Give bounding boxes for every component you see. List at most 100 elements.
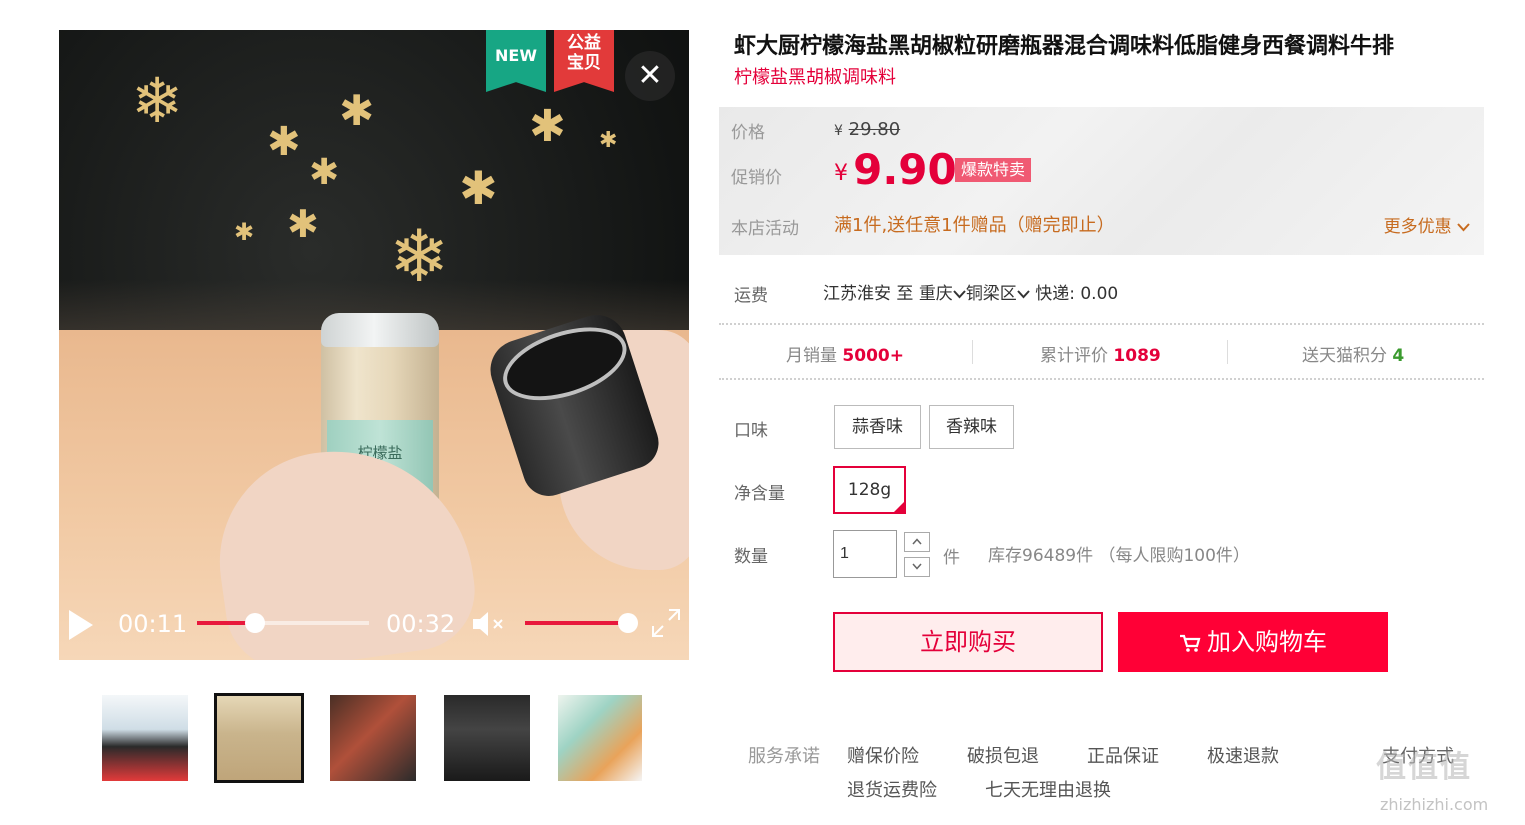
shipping-method: 快递: 0.00 xyxy=(1035,284,1119,304)
divider xyxy=(972,340,973,364)
chevron-down-icon xyxy=(1017,290,1030,299)
selected-check-icon xyxy=(892,500,906,514)
stock-info: 库存96489件 （每人限购100件） xyxy=(988,546,1250,566)
grinder-jar-lid xyxy=(321,313,439,347)
promo-price-label: 促销价 xyxy=(731,168,782,188)
service-item[interactable]: 极速退款 xyxy=(1207,742,1279,768)
thumbnail-2[interactable] xyxy=(214,693,304,783)
promo-price-value: 9.90 xyxy=(853,145,957,194)
divider xyxy=(1227,340,1228,364)
ship-from: 江苏淮安 xyxy=(823,284,891,304)
quantity-input[interactable]: 1 xyxy=(833,530,897,578)
reviews-value: 1089 xyxy=(1113,346,1161,366)
service-item[interactable]: 破损包退 xyxy=(967,742,1039,768)
divider xyxy=(719,323,1484,325)
mute-icon[interactable] xyxy=(471,610,505,638)
more-deals-label: 更多优惠 xyxy=(1383,217,1452,237)
hot-sale-tag: 爆款特卖 xyxy=(955,158,1032,182)
snowflake-decor: ✱ xyxy=(599,128,618,153)
cart-icon xyxy=(1180,634,1201,652)
promo-price: ¥ 9.90 xyxy=(834,145,957,194)
increase-quantity-button[interactable] xyxy=(904,532,930,552)
flavor-option-garlic[interactable]: 蒜香味 xyxy=(834,405,921,449)
thumbnail-3[interactable] xyxy=(328,693,418,783)
chevron-down-icon xyxy=(1457,223,1470,232)
site-watermark: 值值值 xyxy=(1376,750,1472,785)
service-item[interactable]: 正品保证 xyxy=(1087,742,1159,768)
chevron-down-icon xyxy=(912,563,922,570)
charity-badge-line1: 公益 xyxy=(567,33,601,53)
buy-now-button[interactable]: 立即购买 xyxy=(833,612,1103,672)
new-badge: NEW xyxy=(486,30,546,92)
monthly-sales-label: 月销量 xyxy=(786,346,837,366)
charity-badge-line2: 宝贝 xyxy=(567,53,601,73)
decrease-quantity-button[interactable] xyxy=(904,557,930,577)
thumbnail-5[interactable] xyxy=(556,693,644,783)
quantity-unit: 件 xyxy=(943,548,960,568)
thumbnail-4[interactable] xyxy=(442,693,532,783)
service-item[interactable]: 七天无理由退换 xyxy=(985,776,1111,802)
snowflake-decor: ✱ xyxy=(287,202,319,246)
district-select[interactable]: 铜梁区 xyxy=(966,284,1030,304)
net-weight-label: 净含量 xyxy=(734,484,785,504)
store-activity: 满1件,送任意1件赠品（赠完即止） xyxy=(834,215,1115,236)
flavor-label: 口味 xyxy=(734,421,768,441)
add-to-cart-label: 加入购物车 xyxy=(1207,628,1327,656)
original-price-value: 29.80 xyxy=(848,119,901,140)
chevron-up-icon xyxy=(912,538,922,545)
fullscreen-icon[interactable] xyxy=(651,608,681,638)
current-time: 00:11 xyxy=(118,610,188,638)
weight-option-128g[interactable]: 128g xyxy=(833,466,906,514)
province-label: 重庆 xyxy=(918,284,953,304)
snowflake-decor: ✱ xyxy=(309,152,340,193)
reviews-label: 累计评价 xyxy=(1040,346,1108,366)
volume-fill xyxy=(525,621,628,625)
chevron-down-icon xyxy=(953,290,966,299)
shipping-label: 运费 xyxy=(734,286,768,306)
thumbnail-image xyxy=(102,695,188,781)
product-video-player[interactable]: ❄ ✱ ✱ ✱ ✱ ✱ ✱ ✱ ❄ ✱ 柠檬盐 NEW 公益 宝贝 ✕ 00:1… xyxy=(59,30,689,660)
service-item[interactable]: 退货运费险 xyxy=(847,776,937,802)
thumbnail-image xyxy=(558,695,642,781)
points-value: 4 xyxy=(1392,346,1405,366)
site-watermark-url: zhizhizhi.com xyxy=(1380,795,1489,814)
snowflake-decor: ✱ xyxy=(234,218,255,246)
volume-slider[interactable] xyxy=(525,613,638,633)
thumbnail-image xyxy=(330,695,416,781)
more-deals-link[interactable]: 更多优惠 xyxy=(1384,212,1470,237)
video-controls: 00:11 00:32 xyxy=(59,590,689,660)
snowflake-decor: ✱ xyxy=(459,161,498,215)
total-reviews[interactable]: 累计评价 1089 xyxy=(1040,341,1161,366)
duration-time: 00:32 xyxy=(386,610,456,638)
thumbnail-1[interactable] xyxy=(100,693,190,783)
original-price: ¥ 29.80 xyxy=(834,119,900,140)
divider xyxy=(719,378,1484,380)
close-video-button[interactable]: ✕ xyxy=(625,51,675,101)
add-to-cart-button[interactable]: 加入购物车 xyxy=(1118,612,1388,672)
close-icon: ✕ xyxy=(637,58,663,93)
quantity-label: 数量 xyxy=(734,547,768,567)
shipping-info: 江苏淮安 至 重庆 铜梁区 快递: 0.00 xyxy=(823,279,1118,304)
province-select[interactable]: 重庆 xyxy=(919,284,966,304)
points-label: 送天猫积分 xyxy=(1302,346,1387,366)
weight-option-label: 128g xyxy=(847,480,892,500)
snowflake-decor: ❄ xyxy=(131,64,183,137)
service-item[interactable]: 赠保价险 xyxy=(847,742,919,768)
charity-badge: 公益 宝贝 xyxy=(554,30,614,92)
currency-symbol: ¥ xyxy=(834,123,843,139)
district-label: 铜梁区 xyxy=(965,284,1017,304)
progress-knob[interactable] xyxy=(245,613,266,633)
play-icon[interactable] xyxy=(69,610,93,640)
flavor-option-spicy[interactable]: 香辣味 xyxy=(929,405,1014,449)
thumbnail-image xyxy=(217,696,301,780)
store-activity-label: 本店活动 xyxy=(731,219,799,239)
snowflake-decor: ✱ xyxy=(339,86,375,135)
currency-symbol: ¥ xyxy=(834,161,848,186)
tmall-points: 送天猫积分 4 xyxy=(1302,341,1404,366)
snowflake-decor: ✱ xyxy=(267,119,301,165)
progress-bar[interactable] xyxy=(197,613,369,633)
ship-to-word: 至 xyxy=(896,284,914,304)
volume-knob[interactable] xyxy=(618,613,638,633)
price-label: 价格 xyxy=(731,123,765,143)
price-panel: 价格 ¥ 29.80 促销价 ¥ 9.90 爆款特卖 本店活动 满1件,送任意1… xyxy=(719,107,1484,255)
